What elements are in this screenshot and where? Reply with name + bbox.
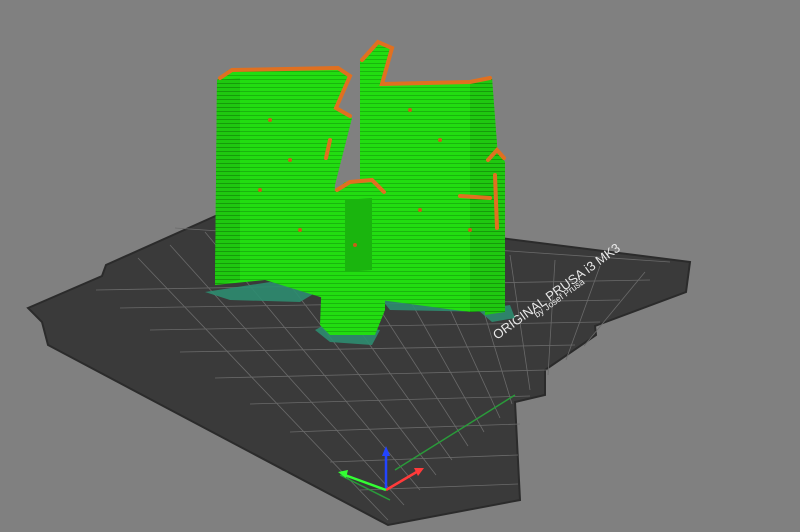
print-preview-scene[interactable]: ORIGINAL PRUSA i3 MK3 by Josef Prusa — [0, 0, 800, 532]
3d-viewport[interactable]: ORIGINAL PRUSA i3 MK3 by Josef Prusa — [0, 0, 800, 532]
